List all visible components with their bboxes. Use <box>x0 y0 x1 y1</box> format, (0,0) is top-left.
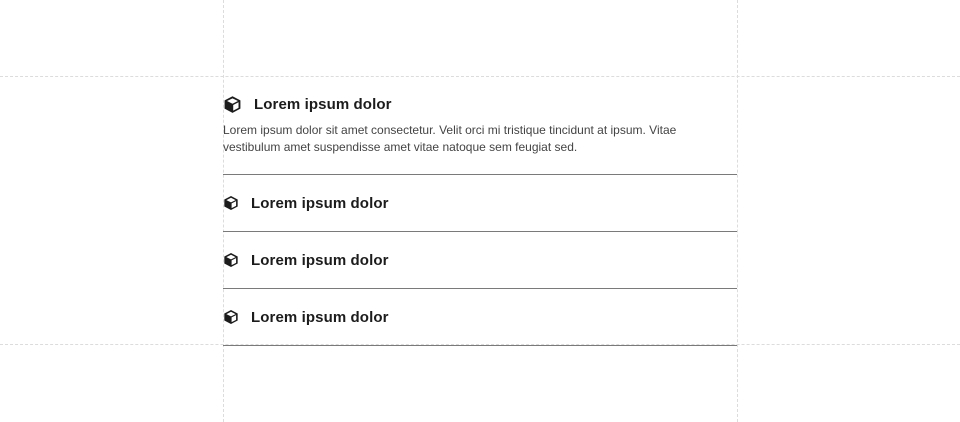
guide-line-right <box>737 0 738 422</box>
accordion-item-title: Lorem ipsum dolor <box>254 95 392 113</box>
accordion-item-2: Lorem ipsum dolor <box>223 175 737 232</box>
accordion-item-4: Lorem ipsum dolor <box>223 289 737 346</box>
box-icon <box>223 309 239 325</box>
box-icon <box>223 252 239 268</box>
accordion-item-1: Lorem ipsum dolor Lorem ipsum dolor sit … <box>223 77 737 175</box>
accordion-item-content: Lorem ipsum dolor sit amet consectetur. … <box>223 123 677 154</box>
box-icon <box>223 95 242 114</box>
accordion: Lorem ipsum dolor Lorem ipsum dolor sit … <box>223 77 737 346</box>
accordion-item-3: Lorem ipsum dolor <box>223 232 737 289</box>
accordion-item-2-header[interactable]: Lorem ipsum dolor <box>223 175 737 231</box>
accordion-item-4-header[interactable]: Lorem ipsum dolor <box>223 289 737 345</box>
box-icon <box>223 195 239 211</box>
accordion-item-title: Lorem ipsum dolor <box>251 308 389 326</box>
accordion-item-title: Lorem ipsum dolor <box>251 251 389 269</box>
accordion-item-title: Lorem ipsum dolor <box>251 194 389 212</box>
accordion-item-3-header[interactable]: Lorem ipsum dolor <box>223 232 737 288</box>
